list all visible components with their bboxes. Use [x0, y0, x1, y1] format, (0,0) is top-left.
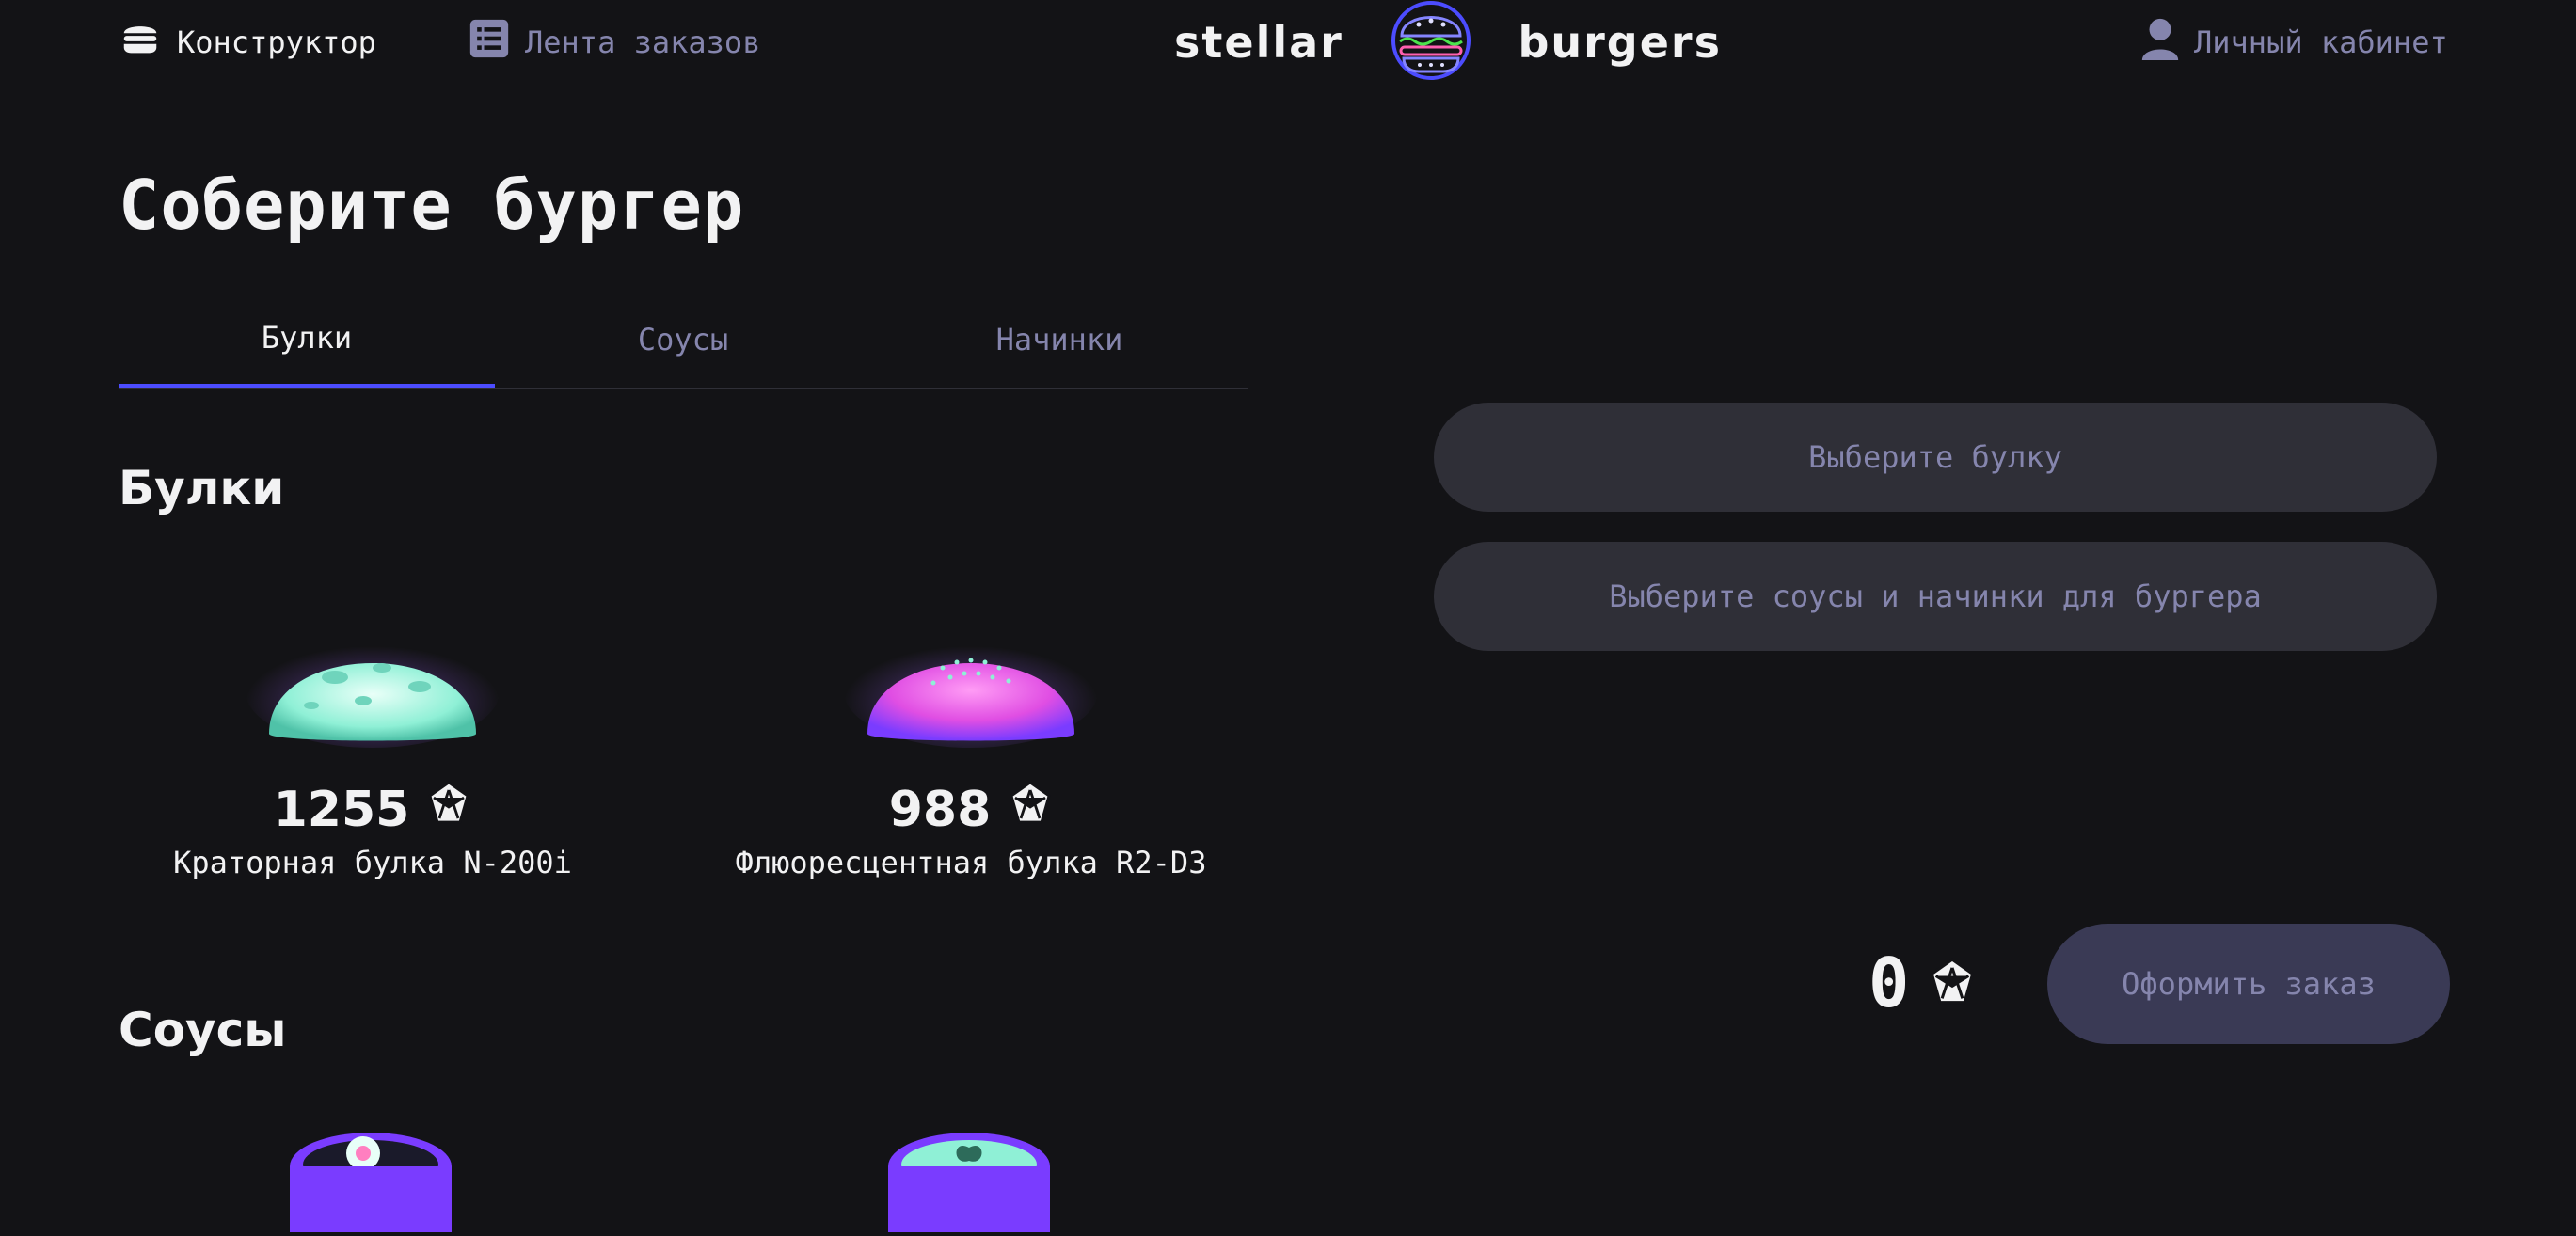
- order-total: 0: [1868, 943, 1977, 1022]
- place-order-button[interactable]: Оформить заказ: [2047, 924, 2450, 1044]
- section-heading-buns: Булки: [119, 461, 285, 515]
- ingredient-tabs: Булки Соусы Начинки: [119, 292, 1248, 389]
- ingredient-name: Краторная булка N-200i: [173, 845, 572, 880]
- logo-left-word: stellar: [1174, 17, 1344, 68]
- price-value: 1255: [273, 781, 410, 838]
- order-total-value: 0: [1868, 943, 1910, 1022]
- profile-icon: [2141, 17, 2179, 68]
- ingredient-price: 988: [708, 781, 1234, 838]
- nav-constructor[interactable]: Конструктор: [119, 19, 376, 66]
- bun-placeholder[interactable]: Выберите булку: [1434, 403, 2437, 512]
- tab-fillings[interactable]: Начинки: [871, 292, 1248, 388]
- currency-icon: [426, 781, 471, 838]
- ingredient-name: Флюоресцентная булка R2-D3: [735, 845, 1207, 880]
- logo-right-word: burgers: [1518, 17, 1722, 68]
- logo-burger-icon: [1389, 0, 1473, 87]
- currency-icon: [1928, 943, 1977, 1022]
- nav-order-feed-label: Лента заказов: [525, 24, 761, 60]
- ingredient-card[interactable]: 988 Флюоресцентная булка R2-D3: [708, 602, 1234, 922]
- nav-constructor-label: Конструктор: [177, 24, 376, 60]
- bun-image: [839, 602, 1103, 756]
- sauce-image[interactable]: [288, 1129, 453, 1232]
- bun-image: [241, 602, 504, 756]
- tab-sauces[interactable]: Соусы: [495, 292, 871, 388]
- currency-icon: [1008, 781, 1053, 838]
- tab-buns[interactable]: Булки: [119, 292, 495, 388]
- section-heading-sauces: Соусы: [119, 1003, 287, 1057]
- ingredient-price: 1255: [109, 781, 636, 838]
- ingredient-card[interactable]: 1255 Краторная булка N-200i: [109, 602, 636, 922]
- app-header: Конструктор Лента заказов stellar burger…: [0, 0, 2576, 85]
- nav-profile-label: Личный кабинет: [2194, 24, 2448, 60]
- nav-order-feed[interactable]: Лента заказов: [469, 19, 760, 66]
- list-icon: [469, 18, 510, 67]
- burger-icon: [119, 17, 162, 68]
- price-value: 988: [888, 781, 992, 838]
- nav-profile[interactable]: Личный кабинет: [2141, 17, 2448, 68]
- page-title: Соберите бургер: [119, 166, 745, 245]
- logo[interactable]: stellar burgers: [1174, 0, 1722, 85]
- sauce-image[interactable]: [886, 1129, 1052, 1232]
- fillings-placeholder[interactable]: Выберите соусы и начинки для бургера: [1434, 542, 2437, 651]
